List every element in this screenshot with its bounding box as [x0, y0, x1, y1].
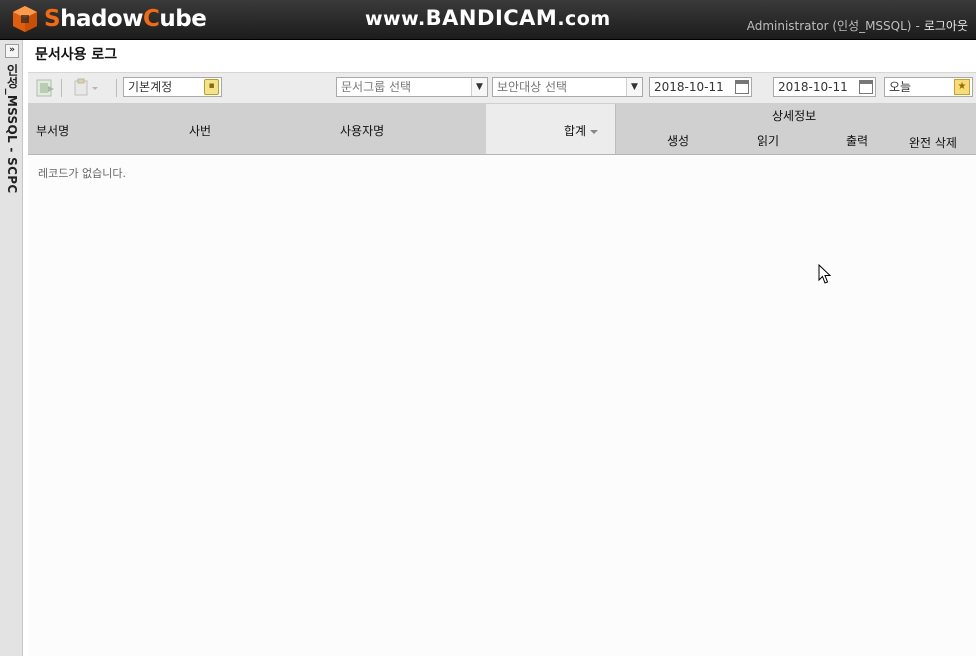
col-header-user-name[interactable]: 사용자명 — [340, 122, 384, 139]
side-panel-title: 인성_MSSQL - SCPC — [5, 64, 19, 194]
account-field[interactable]: 기본계정 ▪ — [123, 77, 222, 97]
page-title: 문서사용 로그 — [35, 47, 118, 63]
filter-toolbar: 기본계정 ▪ 문서그룹 선택 ▼ 보안대상 선택 ▼ 2018-10-11 ~ … — [28, 72, 976, 104]
table-body: 레코드가 없습니다. — [28, 155, 976, 656]
col-header-create[interactable]: 생성 — [667, 132, 689, 149]
app-header: ShadowCube www.BANDICAM.com Administrato… — [0, 0, 976, 40]
trash-icon[interactable]: ▪ — [204, 79, 219, 95]
empty-records-message: 레코드가 없습니다. — [38, 167, 126, 180]
dropdown-caret-icon[interactable]: ▼ — [626, 78, 642, 96]
col-header-full-delete[interactable]: 완전 삭제 — [909, 134, 957, 151]
bandicam-watermark: www.BANDICAM.com — [365, 6, 611, 30]
doc-group-placeholder: 문서그룹 선택 — [341, 80, 412, 94]
toolbar-divider — [61, 79, 62, 97]
date-to-input[interactable]: 2018-10-11 — [773, 77, 876, 97]
column-divider — [615, 104, 616, 154]
logo-cube-icon — [13, 6, 37, 32]
calendar-icon[interactable] — [735, 80, 749, 94]
account-value: 기본계정 — [128, 80, 173, 94]
toolbar-divider — [116, 79, 117, 97]
app-logo[interactable]: ShadowCube — [10, 4, 207, 34]
current-user-label: Administrator (인성_MSSQL) — [746, 19, 912, 33]
doc-group-select[interactable]: 문서그룹 선택 ▼ — [336, 77, 488, 97]
col-header-emp-no[interactable]: 사번 — [189, 122, 211, 139]
dropdown-caret-icon[interactable]: ▼ — [471, 78, 487, 96]
table-header: 부서명 사번 사용자명 합계 상세정보 생성 읽기 출력 완전 삭제 — [28, 104, 976, 155]
col-header-total[interactable]: 합계 — [564, 122, 599, 139]
date-from-input[interactable]: 2018-10-11 — [649, 77, 752, 97]
logout-link[interactable]: 로그아웃 — [924, 19, 968, 33]
star-icon[interactable]: ★ — [954, 79, 970, 95]
security-target-select[interactable]: 보안대상 선택 ▼ — [492, 77, 643, 97]
col-header-detail-group: 상세정보 — [772, 109, 817, 123]
logo-wordmark: ShadowCube — [44, 6, 207, 32]
date-to-value: 2018-10-11 — [778, 80, 848, 94]
period-value: 오늘 — [889, 80, 912, 94]
copy-dropdown-icon[interactable] — [72, 77, 100, 99]
security-target-placeholder: 보안대상 선택 — [497, 80, 568, 94]
col-header-read[interactable]: 읽기 — [757, 132, 779, 149]
date-from-value: 2018-10-11 — [654, 80, 724, 94]
expand-panel-button[interactable]: » — [5, 44, 19, 58]
col-header-dept[interactable]: 부서명 — [36, 122, 69, 139]
col-header-total-label: 합계 — [564, 124, 587, 138]
sort-desc-icon — [590, 129, 599, 134]
header-separator: - — [915, 19, 920, 33]
export-excel-icon[interactable] — [34, 77, 56, 99]
period-select[interactable]: 오늘 ★ — [884, 77, 973, 97]
collapsed-side-panel: » 인성_MSSQL - SCPC — [0, 40, 23, 656]
mouse-cursor-icon — [818, 264, 832, 284]
user-info: Administrator (인성_MSSQL) - 로그아웃 — [747, 17, 968, 34]
col-header-print[interactable]: 출력 — [846, 132, 868, 149]
calendar-icon[interactable] — [859, 80, 873, 94]
